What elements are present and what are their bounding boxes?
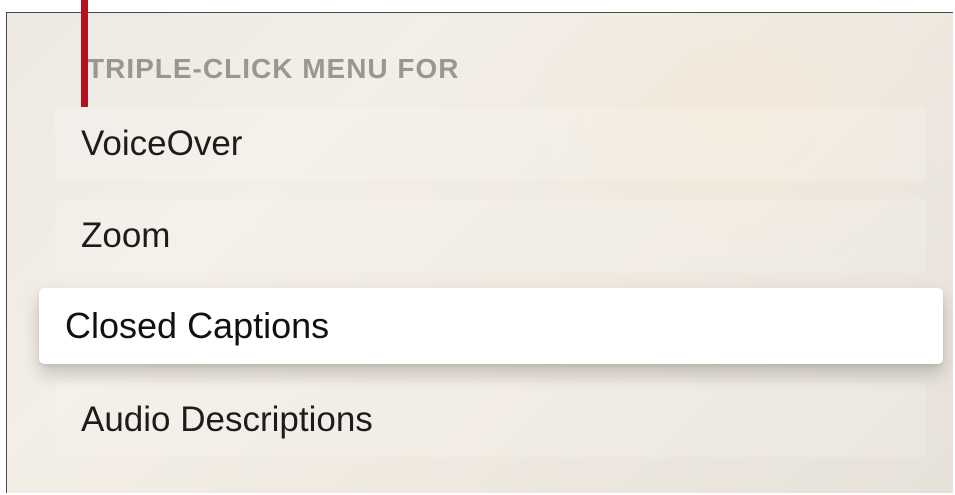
menu-item-zoom[interactable]: Zoom: [55, 199, 926, 273]
menu-item-audio-descriptions[interactable]: Audio Descriptions: [55, 383, 926, 457]
settings-screen: TRIPLE-CLICK MENU FOR VoiceOver Zoom Clo…: [6, 12, 953, 493]
menu-item-closed-captions[interactable]: Closed Captions: [39, 288, 943, 364]
annotation-marker: [81, 0, 88, 107]
menu-item-label: Zoom: [81, 216, 171, 255]
section-header: TRIPLE-CLICK MENU FOR: [87, 53, 460, 84]
menu-item-voiceover[interactable]: VoiceOver: [55, 107, 926, 181]
menu-item-label: Audio Descriptions: [81, 400, 373, 439]
menu-item-label: VoiceOver: [81, 124, 243, 163]
menu-item-label: Closed Captions: [65, 305, 330, 346]
